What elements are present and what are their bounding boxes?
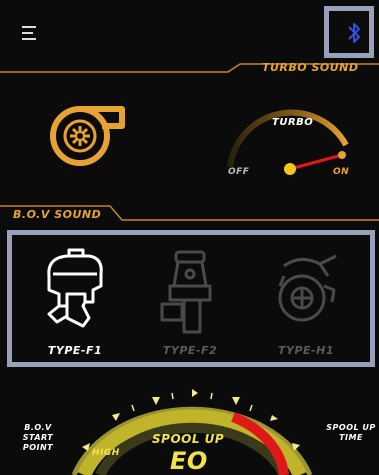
spool-readout: ЕО [170,447,208,475]
bov-sound-title: B.O.V SOUND [13,208,102,221]
bov-option-label: TYPE-H1 [278,344,334,357]
spool-up-label: SPOOL UP [152,432,225,446]
turbocharger-icon [50,106,125,166]
spool-up-time-label: SPOOL UP TIME [326,423,376,442]
gauge-pivot [284,163,296,175]
high-label: HIGH [92,448,120,458]
bov-start-point-label: B.O.V START POINT [22,423,54,452]
bov-option-type-f1[interactable]: TYPE-F1 [25,240,125,360]
bov-valve-h1-icon [278,254,337,322]
bov-valve-f1-icon [47,248,103,328]
menu-icon[interactable] [20,22,42,44]
turbo-gauge-label: TURBO [272,117,314,128]
bov-valve-f2-icon [160,250,212,334]
bov-option-type-h1[interactable]: TYPE-H1 [256,240,356,360]
turbo-sound-title: TURBO SOUND [262,61,359,74]
bov-option-type-f2[interactable]: TYPE-F2 [140,240,240,360]
bov-option-label: TYPE-F1 [47,344,103,357]
bluetooth-icon[interactable] [347,20,361,46]
bov-option-label: TYPE-F2 [162,344,218,357]
turbo-off-label: OFF [228,167,250,177]
turbo-on-label: ON [333,167,350,177]
